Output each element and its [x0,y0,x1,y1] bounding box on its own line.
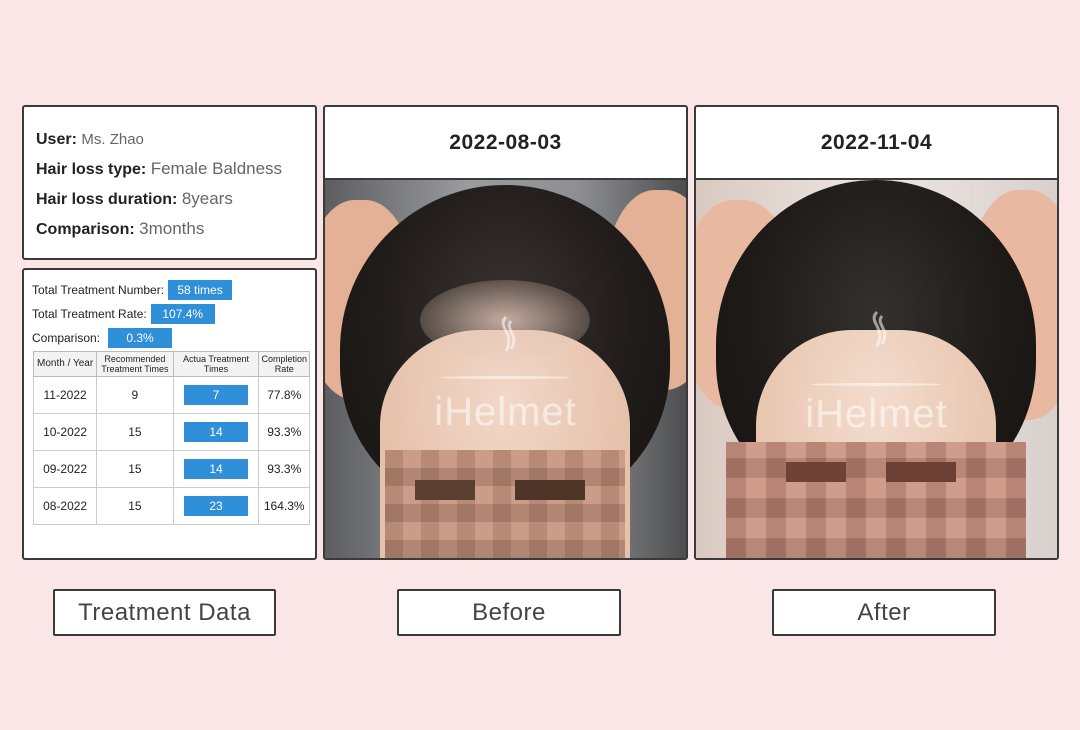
table-row: 10-2022 15 14 93.3% [32,413,310,451]
table-row: 11-2022 9 7 77.8% [32,376,310,414]
actual-cell: 14 [172,413,260,451]
month-cell: 11-2022 [32,376,98,414]
rate-cell: 93.3% [258,413,310,451]
after-label: After [772,589,996,636]
before-photo-card: 2022-08-03 iHelmet [323,105,688,560]
total-rate-line: Total Treatment Rate: 107.4% [32,302,315,326]
after-photo: iHelmet [696,180,1057,558]
before-photo: iHelmet [325,180,686,558]
treatment-data-label: Treatment Data [53,589,276,636]
header-month: Month / Year [32,351,98,377]
total-number-badge: 58 times [168,280,233,300]
watermark-text: iHelmet [805,392,948,436]
table-row: 08-2022 15 23 164.3% [32,487,310,525]
recommended-cell: 15 [96,413,174,451]
total-rate-badge: 107.4% [150,304,215,324]
comparison-stat-line: Comparison: 0.3% [32,326,315,350]
comparison-stat-badge: 0.3% [108,328,173,348]
user-value: Ms. Zhao [81,131,144,148]
recommended-cell: 15 [96,487,174,525]
hair-loss-duration-label: Hair loss duration: [36,191,178,208]
actual-cell: 23 [172,487,260,525]
table-row: 09-2022 15 14 93.3% [32,450,310,488]
watermark-logo-icon [501,315,515,352]
before-date: 2022-08-03 [325,107,686,180]
hair-loss-type-value: Female Baldness [150,159,283,178]
before-label: Before [397,589,621,636]
hair-loss-type-label: Hair loss type: [36,161,147,178]
total-number-line: Total Treatment Number: 58 times [32,278,315,302]
watermark-logo-icon [872,310,886,347]
rate-cell: 164.3% [258,487,310,525]
actual-bar: 14 [184,459,249,479]
month-cell: 10-2022 [32,413,98,451]
recommended-cell: 9 [96,376,174,414]
hair-loss-duration-value: 8years [181,189,233,208]
user-label: User: [36,131,77,148]
hair-loss-duration-line: Hair loss duration: 8years [36,184,315,214]
treatment-card: Total Treatment Number: 58 times Total T… [22,268,317,560]
total-number-label: Total Treatment Number: [32,283,165,297]
comparison-stat-label: Comparison: [32,331,101,345]
comparison-label: Comparison: [36,221,135,238]
after-date: 2022-11-04 [696,107,1057,180]
user-line: User: Ms. Zhao [36,125,315,154]
comparison-line: Comparison: 3months [36,214,315,244]
table-header-row: Month / Year Recommended Treatment Times… [32,351,310,377]
month-cell: 09-2022 [32,450,98,488]
hair-loss-type-line: Hair loss type: Female Baldness [36,154,315,184]
total-rate-label: Total Treatment Rate: [32,307,147,321]
comparison-value: 3months [139,219,205,238]
watermark-text: iHelmet [434,390,577,434]
after-photo-card: 2022-11-04 iHelmet [694,105,1059,560]
recommended-cell: 15 [96,450,174,488]
actual-bar: 23 [184,496,249,516]
header-completion: Completion Rate [258,351,310,377]
rate-cell: 93.3% [258,450,310,488]
rate-cell: 77.8% [258,376,310,414]
user-info-card: User: Ms. Zhao Hair loss type: Female Ba… [22,105,317,260]
actual-cell: 7 [172,376,260,414]
actual-bar: 7 [184,385,249,405]
actual-bar: 14 [184,422,249,442]
actual-cell: 14 [172,450,260,488]
header-recommended: Recommended Treatment Times [96,351,174,377]
header-actual: Actua Treatment Times [172,351,260,377]
month-cell: 08-2022 [32,487,98,525]
treatment-table: Month / Year Recommended Treatment Times… [32,351,310,525]
